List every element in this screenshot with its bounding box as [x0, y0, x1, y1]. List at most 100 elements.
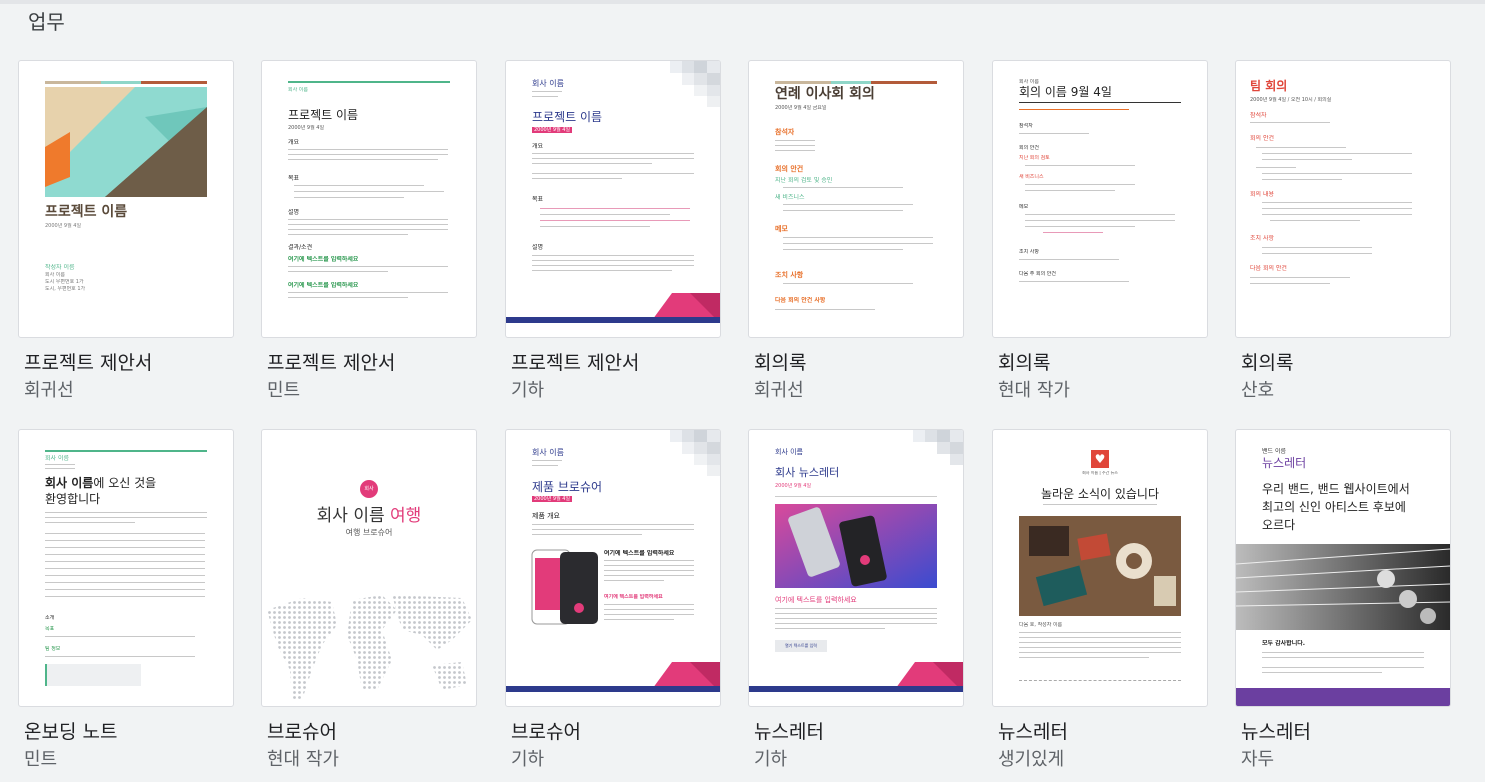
- template-subtitle: 현대 작가: [267, 749, 339, 770]
- template-subtitle: 자두: [1241, 749, 1275, 770]
- preview-company: 회사 이름: [532, 79, 564, 88]
- template-card[interactable]: 회사 이름 회사 뉴스레터 2000년 9월 4일 여기에 텍스트를 입력하세요…: [748, 429, 964, 770]
- preview-section: 팀 정보: [45, 646, 61, 652]
- preview-section: 다음 호, 작성자 이름: [1019, 622, 1063, 628]
- preview-heading: 팀 회의: [1250, 79, 1288, 93]
- preview-section: 여기에 텍스트를 입력하세요: [604, 550, 675, 557]
- preview-heading: 프로젝트 이름: [532, 110, 603, 124]
- hero-image: [775, 504, 937, 588]
- preview-section: 목표: [45, 626, 55, 632]
- preview-section: 회의 내용: [1250, 191, 1274, 198]
- preview-date: 2000년 9월 4일: [532, 496, 573, 502]
- preview-button: 열기 텍스트를 입력: [775, 640, 827, 652]
- template-card[interactable]: 회사 이름 회사 이름에 오신 것을 환영합니다 소개 목표 팀 정보 온보딩 …: [18, 429, 234, 770]
- heart-icon: ♥: [1091, 450, 1109, 468]
- template-title: 프로젝트 제안서: [24, 352, 153, 374]
- world-map-dots: [267, 595, 472, 700]
- template-subtitle: 기하: [511, 749, 545, 770]
- template-card[interactable]: 회사 이름 프로젝트 이름 2000년 9월 4일 개요 목표 설명 결과/소견…: [261, 60, 477, 401]
- preview-sub: 새 비즈니스: [1019, 174, 1044, 180]
- template-thumbnail[interactable]: ♥ 회사 이름 | 주간 뉴스 놀라운 소식이 있습니다 다음 호, 작성자 이…: [992, 429, 1208, 707]
- preview-heading: 회의 이름 9월 4일: [1019, 85, 1112, 99]
- preview-heading: 환영합니다: [45, 492, 101, 506]
- preview-sub: 지난 회의 검토: [1019, 155, 1050, 161]
- template-card[interactable]: 팀 회의 2000년 9월 4일 / 오전 10시 / 회의실 참석자 회의 안…: [1235, 60, 1451, 401]
- preview-lead: 우리 밴드, 밴드 웹사이트에서: [1262, 482, 1410, 496]
- preview-green: 여기에 텍스트를 입력하세요: [288, 282, 359, 289]
- preview-date: 2000년 9월 4일: [775, 483, 812, 489]
- template-title: 프로젝트 제안서: [267, 352, 396, 374]
- preview-date: 2000년 9월 4일: [45, 223, 82, 229]
- preview-section: 회의 안건: [1250, 135, 1274, 142]
- preview-section: 제품 개요: [532, 512, 560, 520]
- template-thumbnail[interactable]: 연례 이사회 회의 2000년 9월 4일 금요일 참석자 회의 안건 지난 회…: [748, 60, 964, 338]
- hero-image: [1019, 516, 1181, 616]
- preview-lead: 최고의 신인 아티스트 후보에: [1262, 500, 1406, 514]
- phone-illustration: [531, 549, 598, 625]
- template-card[interactable]: 회사 이름 제품 브로슈어 2000년 9월 4일 제품 개요 여기에 텍스트를…: [505, 429, 721, 770]
- preview-section: 모두 감사합니다.: [1262, 640, 1306, 647]
- preview-company: 회사 이름: [532, 448, 564, 457]
- preview-section: 여기에 텍스트를 입력하세요: [604, 594, 663, 600]
- preview-section: 참석자: [1019, 123, 1033, 129]
- template-card[interactable]: 연례 이사회 회의 2000년 9월 4일 금요일 참석자 회의 안건 지난 회…: [748, 60, 964, 401]
- corner-pattern: [670, 61, 720, 107]
- template-subtitle: 회귀선: [24, 380, 74, 401]
- template-subtitle: 민트: [267, 380, 301, 401]
- template-title: 회의록: [998, 352, 1051, 374]
- preview-section: 다음 주 회의 안건: [1019, 271, 1056, 277]
- template-thumbnail[interactable]: 회사 이름 회의 이름 9월 4일 참석자 회의 안건 지난 회의 검토 새 비…: [992, 60, 1208, 338]
- template-card[interactable]: 밴드 이름 뉴스레터 우리 밴드, 밴드 웹사이트에서 최고의 신인 아티스트 …: [1235, 429, 1451, 770]
- template-card[interactable]: ♥ 회사 이름 | 주간 뉴스 놀라운 소식이 있습니다 다음 호, 작성자 이…: [992, 429, 1208, 770]
- template-card[interactable]: 회사 이름 프로젝트 이름 2000년 9월 4일 개요 목표 설명 프로젝트 …: [505, 60, 721, 401]
- preview-tagline: 여행 브로슈어: [345, 528, 393, 537]
- preview-heading: 연례 이사회 회의: [775, 86, 875, 102]
- template-card[interactable]: 프로젝트 이름 2000년 9월 4일 작성자 이름 회사 이름 도시 우편번호…: [18, 60, 234, 401]
- template-subtitle: 산호: [1241, 380, 1275, 401]
- preview-section: 여기에 텍스트를 입력하세요: [775, 596, 857, 604]
- template-subtitle: 기하: [754, 749, 788, 770]
- preview-sub: 지난 회의 검토 및 승인: [775, 177, 833, 184]
- preview-section: 메모: [775, 225, 788, 233]
- template-thumbnail[interactable]: 회사 회사 이름 여행 여행 브로슈어: [261, 429, 477, 707]
- preview-section: 회의 안건: [775, 165, 804, 173]
- template-card[interactable]: 회사 회사 이름 여행 여행 브로슈어 브로슈어 현대 작가: [261, 429, 477, 770]
- template-title: 프로젝트 제안서: [511, 352, 640, 374]
- template-card[interactable]: 회사 이름 회의 이름 9월 4일 참석자 회의 안건 지난 회의 검토 새 비…: [992, 60, 1208, 401]
- preview-lead: 오르다: [1262, 518, 1296, 532]
- preview-sub: 새 비즈니스: [775, 194, 805, 201]
- preview-heading: 프로젝트 이름: [45, 204, 128, 220]
- template-thumbnail[interactable]: 회사 이름 프로젝트 이름 2000년 9월 4일 개요 목표 설명: [505, 60, 721, 338]
- preview-heading: 프로젝트 이름: [288, 108, 359, 122]
- template-thumbnail[interactable]: 밴드 이름 뉴스레터 우리 밴드, 밴드 웹사이트에서 최고의 신인 아티스트 …: [1235, 429, 1451, 707]
- template-title: 브로슈어: [267, 721, 337, 743]
- preview-section: 회의 안건: [1019, 145, 1039, 151]
- template-subtitle: 생기있게: [998, 749, 1065, 770]
- template-title: 회의록: [754, 352, 807, 374]
- cover-art: [45, 87, 207, 197]
- top-divider: [0, 0, 1485, 4]
- preview-line: 도시 우편번호 1가: [45, 279, 84, 285]
- preview-green: 여기에 텍스트를 입력하세요: [288, 256, 359, 263]
- template-thumbnail[interactable]: 팀 회의 2000년 9월 4일 / 오전 10시 / 회의실 참석자 회의 안…: [1235, 60, 1451, 338]
- template-thumbnail[interactable]: 회사 이름 회사 뉴스레터 2000년 9월 4일 여기에 텍스트를 입력하세요…: [748, 429, 964, 707]
- template-thumbnail[interactable]: 프로젝트 이름 2000년 9월 4일 작성자 이름 회사 이름 도시 우편번호…: [18, 60, 234, 338]
- template-thumbnail[interactable]: 회사 이름 회사 이름에 오신 것을 환영합니다 소개 목표 팀 정보: [18, 429, 234, 707]
- preview-date: 2000년 9월 4일: [288, 125, 325, 131]
- preview-line: 도시, 우편번호 1가: [45, 286, 86, 292]
- preview-band: 밴드 이름: [1262, 448, 1286, 455]
- preview-heading: 회사 이름에 오신 것을: [45, 476, 157, 490]
- template-thumbnail[interactable]: 회사 이름 프로젝트 이름 2000년 9월 4일 개요 목표 설명 결과/소견…: [261, 60, 477, 338]
- section-title: 업무: [28, 10, 65, 34]
- preview-heading: 뉴스레터: [1262, 456, 1307, 470]
- template-subtitle: 현대 작가: [998, 380, 1070, 401]
- preview-section: 조치 사항: [1019, 249, 1039, 255]
- preview-section: 개요: [532, 143, 544, 150]
- preview-heading: 놀라운 소식이 있습니다: [1040, 487, 1160, 501]
- brand-logo-icon: 회사: [360, 480, 378, 498]
- preview-section: 설명: [288, 209, 300, 216]
- template-thumbnail[interactable]: 회사 이름 제품 브로슈어 2000년 9월 4일 제품 개요 여기에 텍스트를…: [505, 429, 721, 707]
- preview-section: 목표: [532, 196, 544, 203]
- corner-pattern: [670, 430, 720, 476]
- preview-section: 결과/소견: [288, 244, 313, 251]
